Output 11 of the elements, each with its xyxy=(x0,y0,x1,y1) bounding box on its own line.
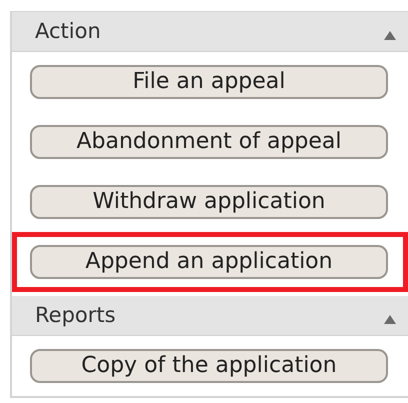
action-button[interactable]: File an appeal xyxy=(30,65,388,99)
action-button[interactable]: Withdraw application xyxy=(30,185,388,219)
section-title: Reports xyxy=(35,302,116,329)
action-button[interactable]: Append an application xyxy=(30,245,388,279)
caret-up-icon xyxy=(384,315,396,324)
section-header[interactable]: Reports xyxy=(12,296,408,336)
section-title: Action xyxy=(35,18,101,45)
action-button[interactable]: Copy of the application xyxy=(30,349,388,383)
action-button[interactable]: Abandonment of appeal xyxy=(30,125,388,159)
caret-up-icon xyxy=(384,31,396,40)
section-header[interactable]: Action xyxy=(12,12,408,52)
